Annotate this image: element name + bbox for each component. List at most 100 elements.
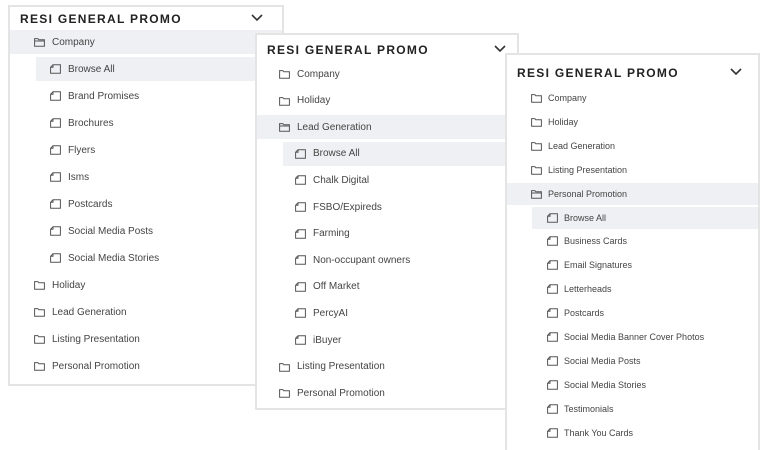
item-label: Off Market bbox=[313, 281, 360, 293]
subcategory-item-social-media-posts[interactable]: Social Media Posts bbox=[532, 350, 758, 372]
folder-item-company[interactable]: Company bbox=[507, 87, 758, 109]
item-label: PercyAI bbox=[313, 307, 349, 319]
item-label: Social Media Stories bbox=[68, 252, 160, 264]
tag-icon bbox=[295, 255, 306, 265]
folder-icon bbox=[279, 69, 290, 79]
chevron-down-icon[interactable] bbox=[493, 43, 507, 53]
item-label: Email Signatures bbox=[564, 260, 633, 271]
folder-icon bbox=[34, 334, 45, 344]
tag-icon bbox=[547, 308, 558, 318]
item-label: Postcards bbox=[68, 198, 113, 210]
subcategory-item-brochures[interactable]: Brochures bbox=[36, 111, 282, 135]
tag-icon bbox=[50, 64, 61, 74]
item-label: Lead Generation bbox=[52, 306, 127, 318]
item-label: Thank You Cards bbox=[564, 427, 634, 438]
folder-item-personal-promotion[interactable]: Personal Promotion bbox=[257, 381, 517, 405]
tag-icon bbox=[547, 403, 558, 414]
category-panel-company: RESI GENERAL PROMO Company Browse All Bran… bbox=[8, 5, 284, 386]
subcategory-item-postcards[interactable]: Postcards bbox=[532, 302, 758, 324]
panel-title: RESI GENERAL PROMO bbox=[517, 66, 679, 80]
item-label: Lead Generation bbox=[297, 121, 372, 133]
folder-item-company[interactable]: Company bbox=[10, 30, 282, 54]
subcategory-item-thank-you-cards[interactable]: Thank You Cards bbox=[532, 422, 758, 444]
subcategory-item-testimonials[interactable]: Testimonials bbox=[532, 398, 758, 420]
folder-item-listing-presentation[interactable]: Listing Presentation bbox=[257, 355, 517, 379]
subcategory-item-browse-all[interactable]: Browse All bbox=[532, 206, 758, 229]
subcategory-item-ibuyer[interactable]: iBuyer bbox=[283, 328, 517, 352]
subcategory-item-percyai[interactable]: PercyAI bbox=[283, 301, 517, 325]
item-label: Browse All bbox=[564, 212, 607, 223]
tag-icon bbox=[50, 199, 61, 209]
tag-icon bbox=[295, 149, 306, 159]
tag-icon bbox=[547, 284, 558, 294]
item-label: FSBO/Expireds bbox=[313, 201, 382, 213]
folder-item-company[interactable]: Company bbox=[257, 62, 517, 86]
subcategory-item-chalk-digital[interactable]: Chalk Digital bbox=[283, 168, 517, 192]
subcategory-item-social-media-stories[interactable]: Social Media Stories bbox=[36, 246, 282, 270]
item-label: Farming bbox=[313, 228, 350, 240]
subcategory-item-letterheads[interactable]: Letterheads bbox=[532, 278, 758, 300]
folder-icon bbox=[34, 280, 45, 290]
subcategory-item-farming[interactable]: Farming bbox=[283, 222, 517, 246]
folder-item-personal-promotion[interactable]: Personal Promotion bbox=[10, 354, 282, 378]
folder-icon bbox=[531, 165, 542, 175]
subcategory-item-off-market[interactable]: Off Market bbox=[283, 275, 517, 299]
item-label: Company bbox=[548, 93, 587, 103]
subcategory-item-social-media-posts[interactable]: Social Media Posts bbox=[36, 219, 282, 243]
chevron-down-icon[interactable] bbox=[729, 66, 743, 76]
subcategory-item-flyers[interactable]: Flyers bbox=[36, 138, 282, 162]
item-label: Holiday bbox=[297, 95, 331, 107]
item-label: Social Media Banner Cover Photos bbox=[564, 332, 705, 342]
item-label: Company bbox=[297, 68, 340, 80]
item-label: Listing Presentation bbox=[548, 164, 628, 175]
subcategory-item-social-media-banner-cover-photos[interactable]: Social Media Banner Cover Photos bbox=[532, 326, 758, 348]
folder-item-holiday[interactable]: Holiday bbox=[10, 273, 282, 297]
item-label: Letterheads bbox=[564, 284, 612, 295]
item-label: Lead Generation bbox=[548, 140, 616, 151]
tag-icon bbox=[547, 236, 558, 247]
subcategory-item-brand-promises[interactable]: Brand Promises bbox=[36, 84, 282, 108]
item-label: Social Media Stories bbox=[564, 379, 647, 390]
item-label: Company bbox=[52, 36, 95, 48]
panel-header[interactable]: RESI GENERAL PROMO bbox=[257, 38, 517, 60]
folder-icon bbox=[531, 93, 542, 103]
subcategory-item-non-occupant-owners[interactable]: Non-occupant owners bbox=[283, 248, 517, 272]
item-label: Flyers bbox=[68, 144, 96, 156]
folder-open-icon bbox=[279, 122, 290, 132]
subcategory-item-email-signatures[interactable]: Email Signatures bbox=[532, 254, 758, 276]
folder-item-personal-promotion[interactable]: Personal Promotion bbox=[507, 182, 758, 205]
item-label: Holiday bbox=[548, 116, 579, 127]
item-label: iBuyer bbox=[313, 334, 342, 346]
folder-open-icon bbox=[34, 37, 45, 47]
tag-icon bbox=[547, 380, 558, 390]
panel-header[interactable]: RESI GENERAL PROMO bbox=[10, 7, 282, 29]
folder-item-lead-generation[interactable]: Lead Generation bbox=[10, 300, 282, 324]
item-label: Personal Promotion bbox=[297, 387, 385, 399]
subcategory-item-social-media-stories[interactable]: Social Media Stories bbox=[532, 374, 758, 396]
folder-icon bbox=[279, 362, 290, 372]
folder-item-lead-generation[interactable]: Lead Generation bbox=[507, 135, 758, 157]
folder-item-holiday[interactable]: Holiday bbox=[507, 111, 758, 133]
item-label: Listing Presentation bbox=[297, 361, 385, 373]
panel-title: RESI GENERAL PROMO bbox=[267, 43, 429, 57]
subcategory-item-browse-all[interactable]: Browse All bbox=[283, 141, 517, 166]
subcategory-item-browse-all[interactable]: Browse All bbox=[36, 57, 282, 81]
folder-icon bbox=[279, 388, 290, 398]
chevron-down-icon[interactable] bbox=[250, 12, 264, 22]
item-label: Non-occupant owners bbox=[313, 254, 411, 266]
folder-item-listing-presentation[interactable]: Listing Presentation bbox=[507, 159, 758, 181]
folder-icon bbox=[34, 361, 45, 371]
tag-icon bbox=[50, 172, 61, 182]
tag-icon bbox=[50, 145, 61, 155]
folder-item-holiday[interactable]: Holiday bbox=[257, 89, 517, 113]
category-panel-lead-generation: RESI GENERAL PROMO Company Holiday Lead Ge… bbox=[255, 33, 519, 410]
subcategory-item-isms[interactable]: Isms bbox=[36, 165, 282, 189]
folder-item-lead-generation[interactable]: Lead Generation bbox=[257, 115, 517, 140]
subcategory-item-fsbo-expireds[interactable]: FSBO/Expireds bbox=[283, 195, 517, 219]
panel-header[interactable]: RESI GENERAL PROMO bbox=[507, 61, 758, 83]
tag-icon bbox=[547, 212, 558, 223]
subcategory-item-postcards[interactable]: Postcards bbox=[36, 192, 282, 216]
folder-item-listing-presentation[interactable]: Listing Presentation bbox=[10, 327, 282, 351]
item-label: Brochures bbox=[68, 117, 114, 129]
subcategory-item-business-cards[interactable]: Business Cards bbox=[532, 230, 758, 252]
